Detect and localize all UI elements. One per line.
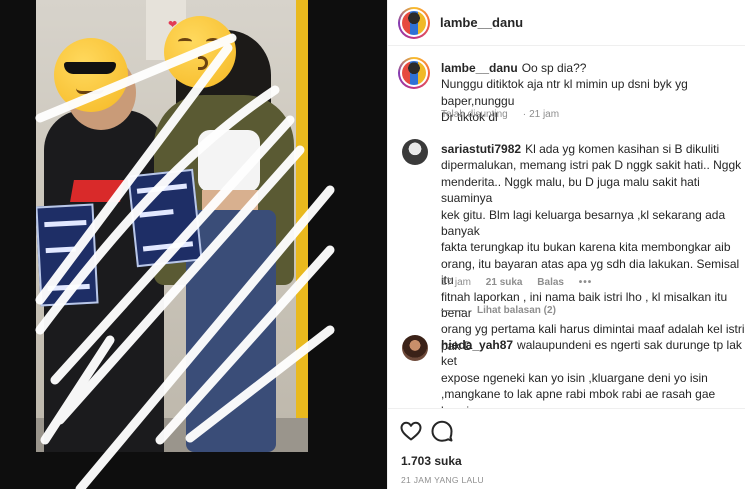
view-replies-button[interactable]: Lihat balasan (2) [441,305,556,316]
author-avatar[interactable] [398,7,430,39]
reply-button[interactable]: Balas [537,277,564,288]
likes-count[interactable]: 1.703 suka [401,454,462,468]
post-header: lambe__danu [388,0,745,46]
view-replies-label: Lihat balasan (2) [477,305,556,316]
comment-body: Kl ada yg komen kasihan si B dikuliti di… [441,142,745,353]
author-username[interactable]: lambe__danu [440,15,523,30]
comment-text: sariastuti7982 Kl ada yg komen kasihan si… [441,141,745,354]
replies-line-divider [441,309,465,311]
caption-meta: Telah disunting · 21 jam [441,109,560,120]
heart-icon[interactable] [399,419,423,443]
caption-edited-label: Telah disunting [441,109,508,120]
post-timestamp[interactable]: 21 JAM YANG LALU [401,475,484,485]
comment-avatar[interactable] [402,139,428,165]
caption-avatar[interactable] [398,57,430,89]
caption-username[interactable]: lambe__danu [441,61,518,75]
caption-time[interactable]: 21 jam [529,109,559,120]
comment-username[interactable]: hieda_yah87 [441,338,513,352]
comment-likes[interactable]: 21 suka [486,277,523,288]
post-actions: 1.703 suka 21 JAM YANG LALU [388,408,745,489]
white-scribble-overlay [35,33,335,489]
post-media[interactable]: ❤ [0,0,387,489]
comments-section: lambe__danu Oo sp dia?? Nunggu ditiktok a… [388,47,745,408]
comment-username[interactable]: sariastuti7982 [441,142,521,156]
comment-text: hieda_yah87 walaupundeni es ngerti sak du… [441,337,745,408]
more-options-icon[interactable]: ••• [579,277,593,288]
comment-avatar[interactable] [402,335,428,361]
comment-meta: 17 jam 21 suka Balas ••• [441,277,604,288]
comment-bubble-icon[interactable] [430,419,454,443]
post-panel: lambe__danu lambe__danu Oo sp dia?? Nungg… [387,0,745,489]
comment-time[interactable]: 17 jam [441,277,471,288]
